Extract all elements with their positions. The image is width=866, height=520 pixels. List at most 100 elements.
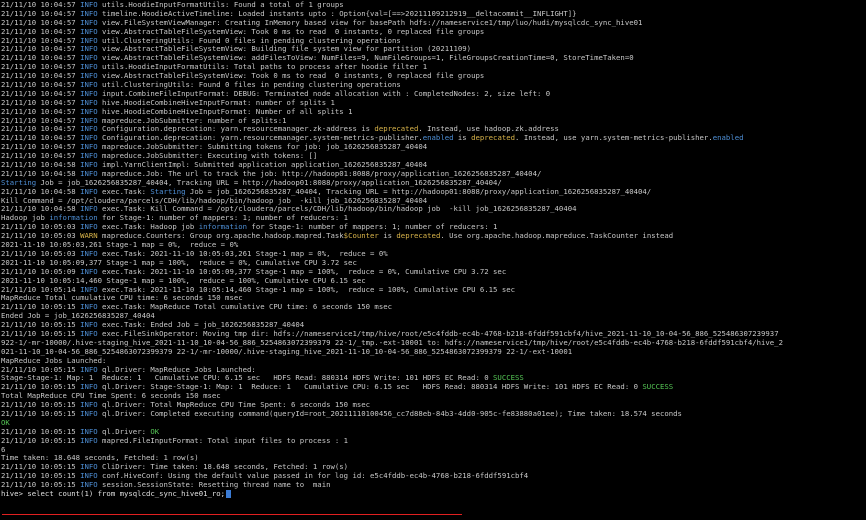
log-text: exec.Task: <box>97 187 151 196</box>
log-text: conf.HiveConf: Using the default value p… <box>97 472 529 481</box>
terminal-line: 21/11/10 10:04:58 INFO impl.YarnClientIm… <box>1 161 866 170</box>
log-text: exec.Task: Ended Job = job_1626256835287… <box>97 321 305 330</box>
log-level-info: INFO <box>80 54 98 63</box>
log-text: 21/11/10 10:04:57 <box>1 54 81 63</box>
terminal-line: 21/11/10 10:04:57 INFO timeline.HoodieAc… <box>1 10 866 19</box>
log-text: information <box>49 214 98 223</box>
log-level-info: INFO <box>80 427 98 436</box>
log-text: mapreduce.JobSubmitter: number of splits… <box>97 116 287 125</box>
terminal-line: 21/11/10 10:05:15 INFO ql.Driver: MapRed… <box>1 366 866 375</box>
log-level-info: INFO <box>80 27 98 36</box>
terminal-line: 21/11/10 10:05:15 INFO ql.Driver: OK <box>1 428 866 437</box>
terminal-window[interactable]: 21/11/10 10:04:57 INFO utils.HoodieInput… <box>0 0 866 520</box>
log-text: impl.YarnClientImpl: Submitted applicati… <box>97 161 428 170</box>
log-text: 21/11/10 10:05:15 <box>1 436 81 445</box>
log-text: 21/11/10 10:05:14 <box>1 285 81 294</box>
terminal-output: 21/11/10 10:04:57 INFO utils.HoodieInput… <box>1 1 866 490</box>
terminal-line: 21/11/10 10:04:57 INFO view.AbstractTabl… <box>1 28 866 37</box>
log-text: 21/11/10 10:04:58 <box>1 169 81 178</box>
log-text: exec.Task: MapReduce Total cumulative CP… <box>97 303 392 312</box>
log-level-info: INFO <box>80 436 98 445</box>
terminal-line: 21/11/10 10:04:57 INFO mapreduce.JobSubm… <box>1 152 866 161</box>
log-level-info: INFO <box>80 143 98 152</box>
terminal-line: 21/11/10 10:05:15 INFO mapred.FileInputF… <box>1 437 866 446</box>
log-text: $Counter <box>343 232 379 241</box>
terminal-line: 21/11/10 10:04:57 INFO view.FileSystemVi… <box>1 19 866 28</box>
log-level-info: INFO <box>80 36 98 45</box>
terminal-line: 21/11/10 10:05:09 INFO exec.Task: 2021-1… <box>1 268 866 277</box>
log-text: 21/11/10 10:05:15 <box>1 409 81 418</box>
prompt-label: hive> <box>1 489 28 498</box>
log-text: 21/11/10 10:04:58 <box>1 161 81 170</box>
log-text: 21/11/10 10:05:15 <box>1 321 81 330</box>
text-cursor <box>226 489 232 498</box>
log-text: exec.Task: 2021-11-10 10:05:09,377 Stage… <box>97 267 507 276</box>
log-text: SUCCESS <box>642 383 674 392</box>
log-text: 21/11/10 10:04:57 <box>1 134 81 143</box>
log-text: OK <box>150 427 160 436</box>
log-text: 21/11/10 10:05:15 <box>1 427 81 436</box>
log-text: Time taken: 18.648 seconds, Fetched: 1 r… <box>1 454 199 463</box>
log-text: view.AbstractTableFileSystemView: Took 0… <box>97 72 485 81</box>
log-text: CliDriver: Time taken: 18.648 seconds, F… <box>97 463 349 472</box>
terminal-line: 21/11/10 10:05:15 INFO exec.FileSinkOper… <box>1 330 866 339</box>
log-text: exec.Task: 2021-11-10 10:05:03,261 Stage… <box>97 249 388 258</box>
log-text: 21/11/10 10:05:15 <box>1 383 81 392</box>
log-text: deprecated <box>396 232 441 241</box>
terminal-line: 21/11/10 10:05:15 INFO CliDriver: Time t… <box>1 463 866 472</box>
log-level-info: INFO <box>80 116 98 125</box>
log-text: exec.Task: Kill Command = /opt/cloudera/… <box>97 205 577 214</box>
log-text: 2021-11-10 10:05:14,460 Stage-1 map = 10… <box>1 276 366 285</box>
terminal-line: 21/11/10 10:05:14 INFO exec.Task: 2021-1… <box>1 286 866 295</box>
terminal-line: 21/11/10 10:04:57 INFO util.ClusteringUt… <box>1 37 866 46</box>
log-text: deprecated <box>374 125 419 134</box>
terminal-line: 21/11/10 10:04:57 INFO view.AbstractTabl… <box>1 54 866 63</box>
log-text: 21/11/10 10:04:58 <box>1 187 81 196</box>
log-text: 6 <box>1 445 6 454</box>
terminal-line: MapReduce Total cumulative CPU time: 6 s… <box>1 294 866 303</box>
log-level-info: INFO <box>80 472 98 481</box>
log-text: 21/11/10 10:04:57 <box>1 9 81 18</box>
command-input[interactable]: select count(1) from mysqlcdc_sync_hive0… <box>27 490 225 498</box>
terminal-line: 21/11/10 10:04:57 INFO view.AbstractTabl… <box>1 45 866 54</box>
log-text: 21/11/10 10:04:58 <box>1 205 81 214</box>
log-text: 21/11/10 10:04:57 <box>1 81 81 90</box>
log-text: ql.Driver: <box>97 427 151 436</box>
terminal-line: 21/11/10 10:05:15 INFO session.SessionSt… <box>1 481 866 490</box>
log-level-info: INFO <box>80 365 98 374</box>
log-text: Configuration.deprecation: yarn.resource… <box>97 134 423 143</box>
log-text: mapred.FileInputFormat: Total input file… <box>97 436 349 445</box>
log-level-info: INFO <box>80 152 98 161</box>
terminal-line: 21/11/10 10:05:15 INFO exec.Task: Ended … <box>1 321 866 330</box>
log-level-info: INFO <box>80 1 98 9</box>
log-level-info: INFO <box>80 107 98 116</box>
log-text: mapreduce.Job: The url to track the job:… <box>97 169 542 178</box>
log-text: for Stage-1: number of mappers: 1; numbe… <box>97 214 349 223</box>
command-prompt-line[interactable]: hive> select count(1) from mysqlcdc_sync… <box>1 489 866 499</box>
log-level-info: INFO <box>80 45 98 54</box>
terminal-line: Starting Job = job_1626256835287_40404, … <box>1 179 866 188</box>
terminal-line: 021-11-10_10-04-56_886_5254863072399379 … <box>1 348 866 357</box>
terminal-line: 21/11/10 10:05:15 INFO exec.Task: MapRed… <box>1 303 866 312</box>
log-text: 21/11/10 10:04:57 <box>1 152 81 161</box>
log-level-info: INFO <box>80 223 98 232</box>
log-text: 21/11/10 10:05:09 <box>1 267 81 276</box>
log-text: mapreduce.JobSubmitter: Submitting token… <box>97 143 428 152</box>
log-text: OK <box>1 418 10 427</box>
log-level-info: INFO <box>80 409 98 418</box>
log-text: deprecated <box>471 134 516 143</box>
log-level-info: INFO <box>80 98 98 107</box>
log-level-info: INFO <box>80 303 98 312</box>
log-text: ql.Driver: MapReduce Jobs Launched: <box>97 365 256 374</box>
log-text: Starting <box>150 187 186 196</box>
log-text: 21/11/10 10:04:57 <box>1 18 81 27</box>
terminal-line: 21/11/10 10:05:15 INFO ql.Driver: Total … <box>1 401 866 410</box>
log-text: 21/11/10 10:05:15 <box>1 401 81 410</box>
log-text: utils.HoodieInputFormatUtils: Total path… <box>97 63 428 72</box>
log-text: Total MapReduce CPU Time Spent: 6 second… <box>1 392 221 401</box>
log-text: 21/11/10 10:05:15 <box>1 481 81 490</box>
log-text: Hadoop job <box>1 214 50 223</box>
log-level-info: INFO <box>80 161 98 170</box>
log-level-info: INFO <box>80 481 98 490</box>
terminal-line: 6 <box>1 446 866 455</box>
